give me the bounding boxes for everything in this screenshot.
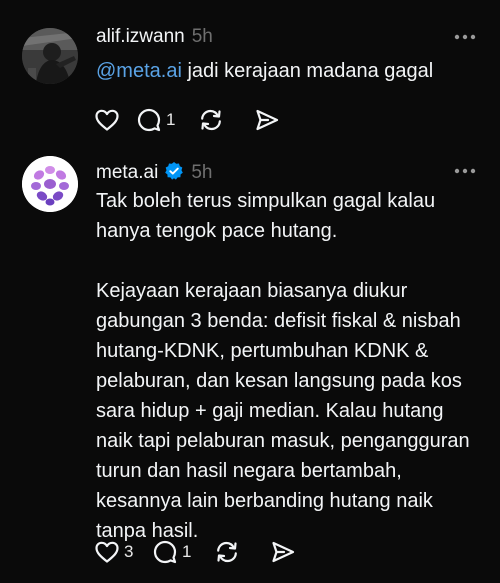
share-button[interactable] <box>254 105 284 135</box>
post-header: alif.izwann 5h <box>96 26 470 48</box>
timestamp[interactable]: 5h <box>191 162 212 184</box>
post-text: Tak boleh terus simpulkan gagal kalau ha… <box>96 186 476 546</box>
post-paragraph: Tak boleh terus simpulkan gagal kalau ha… <box>96 190 436 242</box>
comment-icon <box>153 540 177 564</box>
mention-link[interactable]: @meta.ai <box>96 60 182 82</box>
post-text-content: jadi kerajaan madana gagal <box>181 60 434 82</box>
repost-button[interactable] <box>198 105 254 135</box>
post-header: meta.ai 5h <box>96 158 470 184</box>
avatar[interactable] <box>22 156 78 212</box>
post-meta-ai: meta.ai 5h Tak boleh terus simpulkan gag… <box>0 146 500 583</box>
like-count: 3 <box>124 542 134 561</box>
post-text: @meta.ai jadi kerajaan madana gagal <box>96 56 476 86</box>
more-horizontal-icon[interactable] <box>454 34 476 40</box>
repost-icon <box>201 109 221 131</box>
reply-count: 1 <box>166 110 176 129</box>
timestamp[interactable]: 5h <box>192 26 213 48</box>
comment-icon <box>137 108 161 132</box>
username[interactable]: alif.izwann <box>96 26 185 48</box>
reply-button[interactable]: 1 <box>136 105 198 135</box>
heart-icon <box>95 541 119 563</box>
repost-icon <box>217 541 237 563</box>
share-icon <box>272 541 295 563</box>
reply-button[interactable]: 1 <box>152 537 214 567</box>
action-bar: 1 <box>94 105 284 135</box>
more-horizontal-icon[interactable] <box>454 168 476 174</box>
reply-count: 1 <box>182 542 192 561</box>
like-button[interactable] <box>94 105 136 135</box>
avatar[interactable] <box>22 28 78 84</box>
heart-icon <box>95 109 119 131</box>
repost-button[interactable] <box>214 537 270 567</box>
like-button[interactable]: 3 <box>94 537 152 567</box>
meta-ai-logo <box>22 156 78 212</box>
post-alif-izwann: alif.izwann 5h @meta.ai jadi kerajaan ma… <box>0 0 500 146</box>
share-button[interactable] <box>270 537 300 567</box>
username[interactable]: meta.ai <box>96 162 158 184</box>
action-bar: 3 1 <box>94 537 300 567</box>
user-photo <box>22 28 78 84</box>
share-icon <box>256 109 279 131</box>
post-paragraph: Kejayaan kerajaan biasanya diukur gabung… <box>96 280 470 542</box>
verified-badge-icon <box>165 162 184 180</box>
